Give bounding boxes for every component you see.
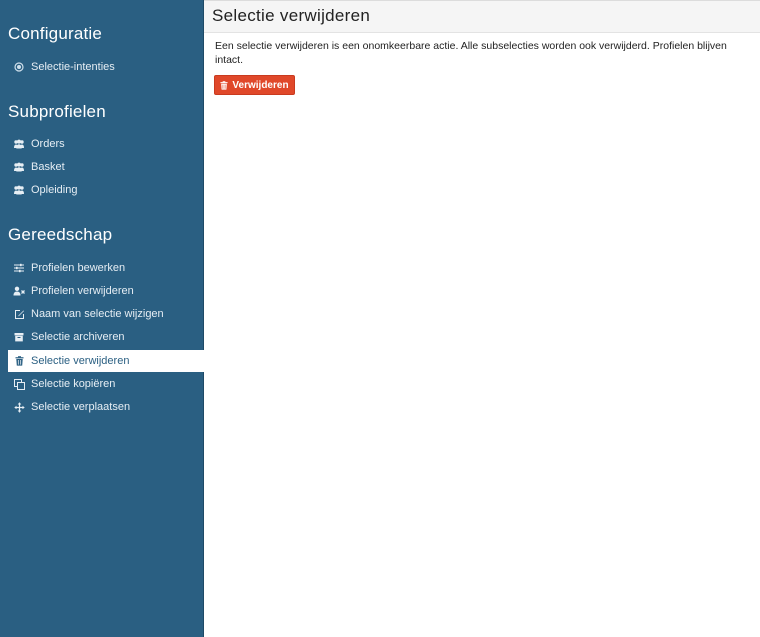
sidebar-item-label: Selectie verwijderen	[31, 355, 130, 367]
sidebar-item-selectie-archiveren[interactable]: Selectie archiveren	[8, 326, 204, 348]
sidebar-item-label: Naam van selectie wijzigen	[31, 308, 164, 320]
sliders-icon	[13, 262, 25, 274]
description-text: Een selectie verwijderen is een onomkeer…	[215, 40, 727, 66]
sidebar-item-label: Selectie kopiëren	[31, 378, 116, 390]
users-icon	[13, 184, 25, 196]
delete-button[interactable]: Verwijderen	[214, 75, 295, 95]
page-title: Selectie verwijderen	[212, 6, 371, 25]
page-header: Selectie verwijderen	[204, 0, 760, 33]
sidebar-item-label: Orders	[31, 138, 65, 150]
sidebar-item-orders[interactable]: Orders	[8, 133, 204, 155]
dot-circle-icon	[13, 61, 25, 73]
section-title-configuratie: Configuratie	[8, 24, 103, 43]
users-icon	[13, 138, 25, 150]
archive-icon	[13, 331, 25, 343]
trash-icon	[220, 80, 228, 90]
section-title-gereedschap: Gereedschap	[8, 225, 113, 244]
sidebar-item-label: Basket	[31, 161, 65, 173]
copy-icon	[13, 378, 25, 390]
delete-button-label: Verwijderen	[232, 79, 289, 91]
sidebar-item-label: Profielen verwijderen	[31, 285, 134, 297]
sidebar-item-label: Selectie verplaatsen	[31, 401, 131, 413]
sidebar-item-selectie-verwijderen[interactable]: Selectie verwijderen	[8, 350, 204, 372]
users-icon	[13, 161, 25, 173]
sidebar-item-selectie-kopieren[interactable]: Selectie kopiëren	[8, 373, 204, 395]
move-icon	[13, 401, 25, 413]
sidebar-item-opleiding[interactable]: Opleiding	[8, 179, 204, 201]
sidebar-item-profielen-bewerken[interactable]: Profielen bewerken	[8, 257, 204, 279]
sidebar-item-label: Opleiding	[31, 184, 78, 196]
sidebar-item-label: Selectie-intenties	[31, 61, 115, 73]
sidebar-item-naam-wijzigen[interactable]: Naam van selectie wijzigen	[8, 303, 204, 325]
sidebar-item-selectie-intenties[interactable]: Selectie-intenties	[8, 56, 204, 78]
user-times-icon	[13, 285, 25, 297]
sidebar: Configuratie Selectie-intenties Subprofi…	[0, 0, 204, 637]
sidebar-item-profielen-verwijderen[interactable]: Profielen verwijderen	[8, 280, 204, 302]
sidebar-item-selectie-verplaatsen[interactable]: Selectie verplaatsen	[8, 396, 204, 418]
section-title-subprofielen: Subprofielen	[8, 102, 106, 121]
trash-icon	[13, 355, 25, 367]
sidebar-item-label: Selectie archiveren	[31, 331, 125, 343]
sidebar-item-basket[interactable]: Basket	[8, 156, 204, 178]
edit-icon	[13, 308, 25, 320]
sidebar-item-label: Profielen bewerken	[31, 262, 126, 274]
